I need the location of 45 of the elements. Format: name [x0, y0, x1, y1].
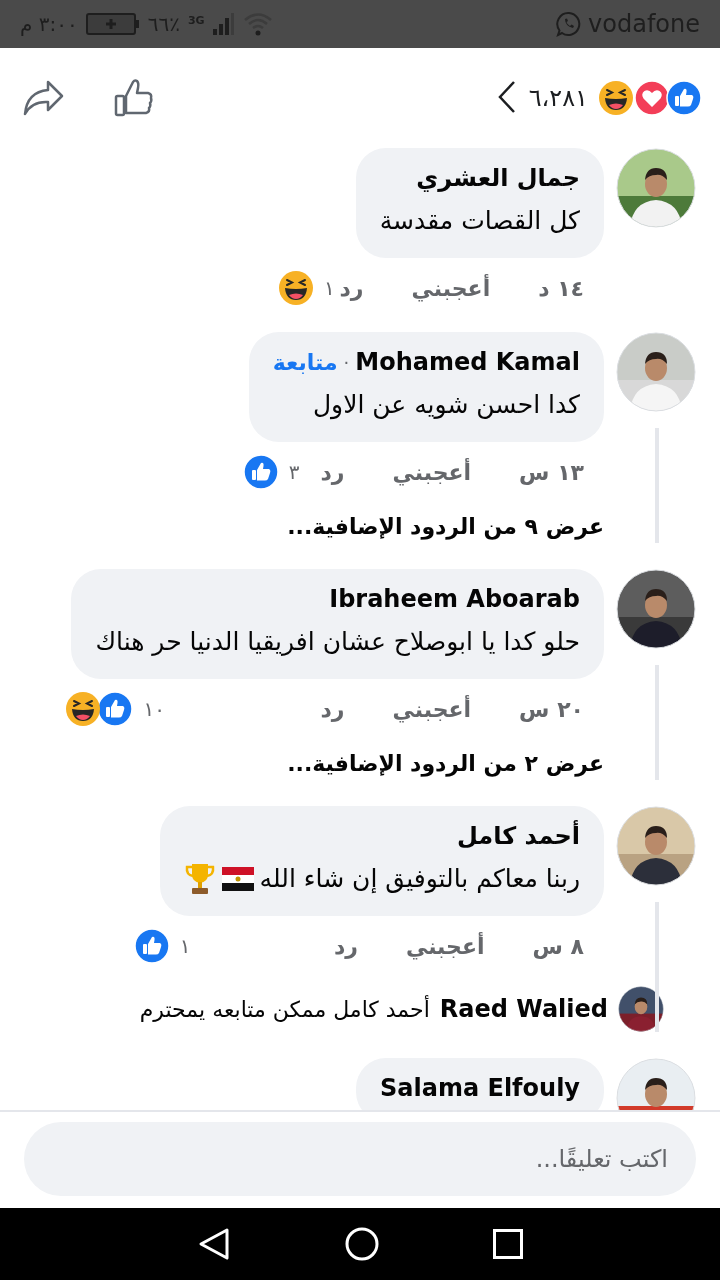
commenter-name[interactable]: جمال العشري: [416, 160, 580, 196]
comment-field[interactable]: اكتب تعليقًا...: [24, 1122, 696, 1196]
home-icon[interactable]: [345, 1227, 379, 1261]
reaction-count[interactable]: ١: [179, 931, 191, 961]
like-link[interactable]: أعجبني: [411, 271, 491, 305]
reply-link[interactable]: رد: [339, 271, 364, 305]
recents-icon[interactable]: [493, 1229, 523, 1259]
comment-time: ٨ س: [532, 932, 584, 961]
wifi-icon: [242, 12, 273, 36]
more-replies-link[interactable]: عرض ٢ من الردود الإضافية...: [71, 747, 604, 780]
signal-icon: [212, 12, 235, 36]
reply-link[interactable]: رد: [320, 455, 345, 489]
reply-link[interactable]: رد: [333, 929, 358, 963]
commenter-name[interactable]: Salama Elfouly: [380, 1070, 580, 1106]
like-link[interactable]: أعجبني: [392, 455, 472, 489]
comment-text: حلو كدا يا ابوصلاح عشان افريقيا الدنيا حر هناك: [95, 626, 580, 658]
commenter-name[interactable]: Ibraheem Aboarab: [329, 581, 580, 617]
thumbs-up-icon: [114, 78, 154, 118]
comment-text: كدا احسن شويه عن الاول: [312, 389, 580, 422]
back-icon[interactable]: [197, 1227, 231, 1261]
reply-author-name[interactable]: Raed Walied: [439, 991, 608, 1027]
reaction-count[interactable]: ٣: [288, 457, 300, 487]
comment-text: ربنا معاكم بالتوفيق إن شاء الله: [259, 863, 580, 895]
reply-preview-text: أحمد كامل ممكن متابعه يمحترم: [139, 994, 430, 1024]
reaction-count[interactable]: ١٠: [143, 694, 165, 724]
reply-link[interactable]: رد: [320, 692, 345, 726]
commenter-name[interactable]: أحمد كامل: [456, 818, 580, 854]
like-button[interactable]: [114, 78, 154, 118]
follow-link[interactable]: متابعة: [272, 345, 338, 379]
like-link[interactable]: أعجبني: [405, 929, 485, 963]
comment-text: كل القصات مقدسة: [379, 205, 580, 237]
share-icon: [22, 79, 64, 117]
comment-time: ١٤ د: [538, 274, 584, 303]
chevron-left-icon[interactable]: [496, 79, 517, 115]
reaction-count[interactable]: ١: [324, 273, 335, 303]
commenter-name[interactable]: Mohamed Kamal: [355, 344, 580, 380]
like-link[interactable]: أعجبني: [392, 692, 472, 726]
more-replies-link[interactable]: عرض ٩ من الردود الإضافية...: [248, 510, 604, 543]
separator-dot: ·: [343, 350, 350, 375]
comment-time: ٢٠ س: [519, 695, 584, 724]
chat-bubble-icon: [556, 11, 583, 37]
comment-time: ١٣ س: [519, 458, 584, 487]
reaction-count[interactable]: ٦،٢٨١: [528, 80, 588, 116]
battery-icon: [85, 12, 140, 36]
share-button[interactable]: [22, 79, 64, 117]
